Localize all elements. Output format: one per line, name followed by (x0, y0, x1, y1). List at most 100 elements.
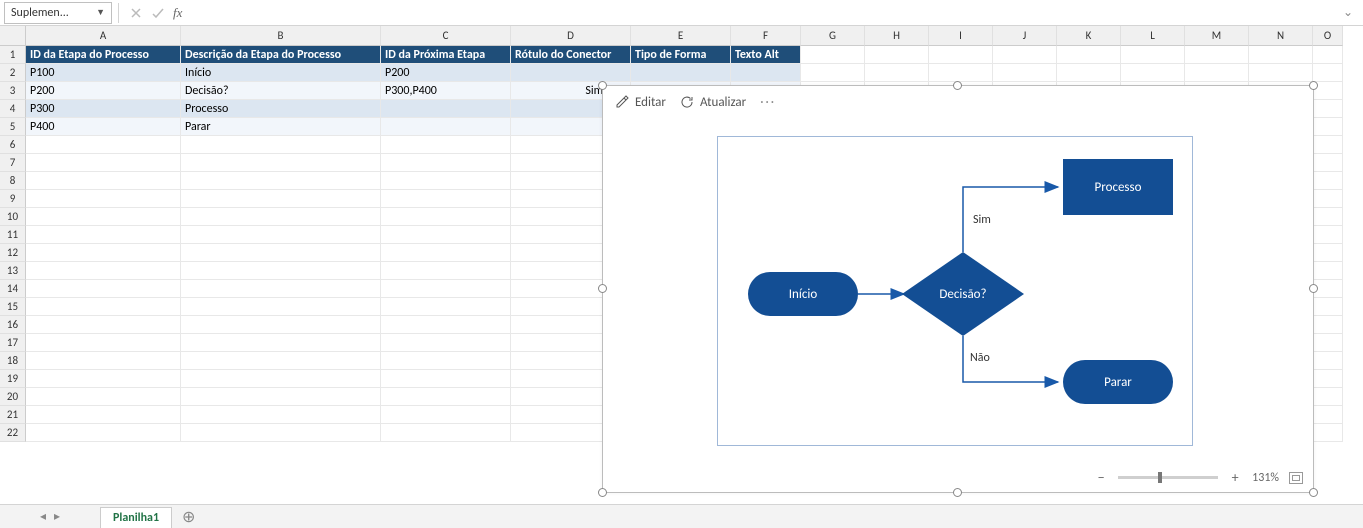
table-header-cell[interactable]: Rótulo do Conector (511, 46, 631, 64)
row-header[interactable]: 6 (0, 136, 26, 154)
cell[interactable] (181, 208, 381, 226)
column-header[interactable]: L (1121, 26, 1185, 46)
row-header[interactable]: 16 (0, 316, 26, 334)
cell[interactable] (181, 334, 381, 352)
cell[interactable] (1185, 46, 1249, 64)
table-header-cell[interactable]: Tipo de Forma (631, 46, 731, 64)
column-header[interactable]: D (511, 26, 631, 46)
cell[interactable]: Processo (181, 100, 381, 118)
resize-handle[interactable] (953, 488, 962, 497)
cell[interactable] (381, 352, 511, 370)
cell[interactable] (181, 280, 381, 298)
column-header[interactable]: J (993, 26, 1057, 46)
zoom-in-button[interactable]: + (1228, 469, 1242, 486)
cell[interactable] (181, 154, 381, 172)
cell[interactable] (929, 64, 993, 82)
resize-handle[interactable] (598, 284, 607, 293)
cell[interactable] (26, 352, 181, 370)
cell[interactable] (381, 370, 511, 388)
cell[interactable] (26, 316, 181, 334)
cell[interactable] (1313, 370, 1343, 388)
resize-handle[interactable] (1309, 284, 1318, 293)
sheet-prev-icon[interactable]: ◂ (40, 509, 46, 524)
cell[interactable] (181, 172, 381, 190)
cell[interactable] (801, 64, 865, 82)
cell[interactable] (381, 190, 511, 208)
cell[interactable] (181, 316, 381, 334)
cell[interactable] (1121, 46, 1185, 64)
cell[interactable] (1249, 46, 1313, 64)
refresh-button[interactable]: Atualizar (680, 95, 746, 110)
cell[interactable] (1313, 298, 1343, 316)
cell[interactable] (381, 172, 511, 190)
cell[interactable] (381, 118, 511, 136)
cell[interactable] (1313, 352, 1343, 370)
row-header[interactable]: 14 (0, 280, 26, 298)
cell[interactable]: P300,P400 (381, 82, 511, 100)
cell[interactable]: P400 (26, 118, 181, 136)
row-header[interactable]: 12 (0, 244, 26, 262)
cell[interactable] (1313, 424, 1343, 442)
table-header-cell[interactable]: Texto Alt (731, 46, 801, 64)
visio-embedded-object[interactable]: Editar Atualizar ··· Início Decisão? Si (602, 85, 1314, 493)
formula-input[interactable] (186, 3, 1335, 23)
row-header[interactable]: 2 (0, 64, 26, 82)
name-box[interactable]: Suplemen... ▼ (4, 2, 112, 24)
row-header[interactable]: 15 (0, 298, 26, 316)
edit-button[interactable]: Editar (615, 95, 666, 110)
column-header[interactable]: F (731, 26, 801, 46)
resize-handle[interactable] (598, 81, 607, 90)
cell[interactable] (993, 46, 1057, 64)
cell[interactable] (1313, 388, 1343, 406)
row-header[interactable]: 22 (0, 424, 26, 442)
cell[interactable] (381, 100, 511, 118)
cell[interactable] (993, 64, 1057, 82)
cell[interactable] (1313, 172, 1343, 190)
cell[interactable] (929, 46, 993, 64)
cell[interactable] (1313, 100, 1343, 118)
column-header[interactable]: E (631, 26, 731, 46)
cell[interactable] (181, 370, 381, 388)
column-header[interactable]: A (26, 26, 181, 46)
cell[interactable] (1249, 64, 1313, 82)
row-header[interactable]: 20 (0, 388, 26, 406)
cell[interactable] (1313, 226, 1343, 244)
zoom-slider[interactable] (1118, 476, 1218, 479)
new-sheet-button[interactable]: ⊕ (182, 507, 195, 527)
column-header[interactable]: I (929, 26, 993, 46)
cell[interactable] (1313, 208, 1343, 226)
cell[interactable] (181, 136, 381, 154)
cell[interactable] (731, 64, 801, 82)
cell[interactable] (26, 136, 181, 154)
cell[interactable] (1313, 334, 1343, 352)
cell[interactable]: P300 (26, 100, 181, 118)
cell[interactable] (1313, 190, 1343, 208)
cell[interactable] (1313, 262, 1343, 280)
cell[interactable] (181, 352, 381, 370)
more-icon[interactable]: ··· (760, 95, 776, 110)
cell[interactable] (1313, 406, 1343, 424)
cell[interactable]: Decisão? (181, 82, 381, 100)
cell[interactable] (801, 46, 865, 64)
cell[interactable] (865, 64, 929, 82)
row-header[interactable]: 5 (0, 118, 26, 136)
cell[interactable] (381, 280, 511, 298)
row-header[interactable]: 7 (0, 154, 26, 172)
row-header[interactable]: 4 (0, 100, 26, 118)
column-header[interactable]: G (801, 26, 865, 46)
cell[interactable] (381, 424, 511, 442)
column-header[interactable]: M (1185, 26, 1249, 46)
zoom-out-button[interactable]: − (1094, 469, 1108, 486)
cell[interactable] (26, 424, 181, 442)
fx-icon[interactable]: fx (169, 5, 186, 21)
column-header[interactable]: O (1313, 26, 1343, 46)
cell[interactable] (381, 316, 511, 334)
row-header[interactable]: 17 (0, 334, 26, 352)
cell[interactable] (181, 406, 381, 424)
cell[interactable] (511, 64, 631, 82)
cell[interactable] (381, 388, 511, 406)
cell[interactable] (181, 244, 381, 262)
row-header[interactable]: 1 (0, 46, 26, 64)
cell[interactable] (381, 226, 511, 244)
column-header[interactable]: C (381, 26, 511, 46)
